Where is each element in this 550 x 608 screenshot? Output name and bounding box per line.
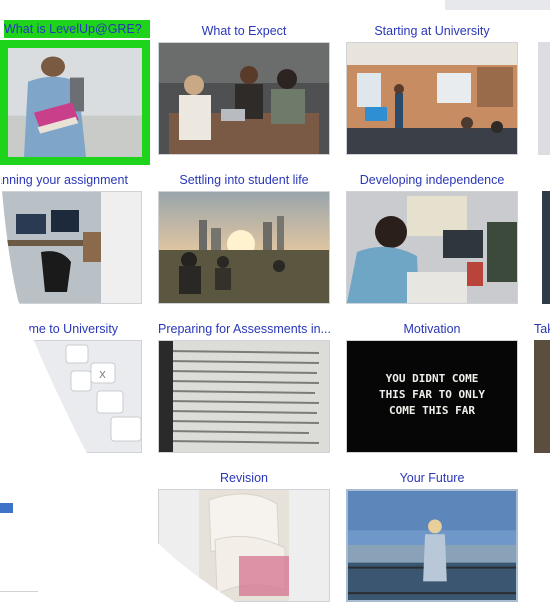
- topic-thumbnail: [534, 340, 550, 453]
- topic-title: Revision: [220, 471, 268, 485]
- left-divider: [0, 591, 38, 592]
- topic-thumbnail: [158, 340, 330, 453]
- topic-title: Your Future: [399, 471, 465, 485]
- topic-tile-what-to-expect[interactable]: What to Expect: [158, 22, 330, 155]
- topic-title: Starting at University: [374, 24, 490, 38]
- topic-title: Settling into student life: [179, 173, 309, 187]
- topic-thumbnail: [346, 42, 518, 155]
- topic-thumbnail: [346, 191, 518, 304]
- topic-tile-welcome-to-university[interactable]: Welcome to University X: [0, 320, 142, 453]
- topic-tile-your-future[interactable]: Your Future: [346, 469, 518, 602]
- topic-thumbnail: [158, 191, 330, 304]
- motivation-sign-text: YOU DIDNT COME THIS FAR TO ONLY COME THI…: [379, 372, 485, 417]
- topic-thumbnail: X: [0, 340, 142, 453]
- topic-title: Tak: [534, 322, 550, 336]
- student-with-books-image: [8, 48, 142, 157]
- keyboard-closeup-image: X: [0, 341, 141, 452]
- student-writing-image: [347, 192, 517, 303]
- svg-text:X: X: [99, 370, 106, 381]
- topic-title: Planning your assignment: [0, 173, 128, 187]
- stacked-notebooks-image: [159, 490, 329, 601]
- topic-title: Welcome to University: [0, 322, 119, 336]
- next-column-edge: [542, 191, 550, 304]
- topic-tile-settling-into-student-life[interactable]: Settling into student life: [158, 171, 330, 304]
- top-bar-edge: [445, 0, 550, 10]
- topic-tile-motivation[interactable]: Motivation YOU DIDNT COME THIS FAR TO ON…: [346, 320, 518, 453]
- study-desk-image: [0, 192, 141, 303]
- topic-tile-starting-at-university[interactable]: Starting at University: [346, 22, 518, 155]
- left-accent-bar: [0, 503, 13, 513]
- city-sunset-image: [159, 192, 329, 303]
- topic-thumbnail: [158, 489, 330, 602]
- topic-title: Motivation: [403, 322, 461, 336]
- topic-tile-partial-right[interactable]: Tak: [534, 320, 550, 453]
- topic-title: What is LevelUp@GRE?: [4, 20, 150, 38]
- topic-thumbnail: [158, 42, 330, 155]
- topic-grid-view: What is LevelUp@GRE? What to Expect Star…: [0, 0, 550, 608]
- topic-title: Developing independence: [359, 173, 505, 187]
- person-at-waterfront-image: [348, 491, 516, 600]
- topic-tile-developing-independence[interactable]: Developing independence: [346, 171, 518, 304]
- topic-tile-preparing-for-assessments[interactable]: Preparing for Assessments in...: [158, 320, 330, 453]
- topic-title: Preparing for Assessments in...: [158, 322, 330, 336]
- topic-thumbnail: [0, 40, 150, 165]
- topic-tile-revision[interactable]: Revision: [158, 469, 330, 602]
- next-column-edge: [538, 42, 550, 155]
- students-at-table-image: [159, 43, 329, 154]
- topic-title: What to Expect: [201, 24, 287, 38]
- topic-tile-planning-your-assignment[interactable]: Planning your assignment: [0, 171, 142, 304]
- printed-text-image: [159, 341, 329, 452]
- topic-tile-levelup[interactable]: What is LevelUp@GRE?: [0, 20, 150, 165]
- topic-thumbnail: [346, 489, 518, 602]
- topic-thumbnail: [0, 191, 142, 304]
- topic-thumbnail: YOU DIDNT COME THIS FAR TO ONLY COME THI…: [346, 340, 518, 453]
- lecture-room-image: [347, 43, 517, 154]
